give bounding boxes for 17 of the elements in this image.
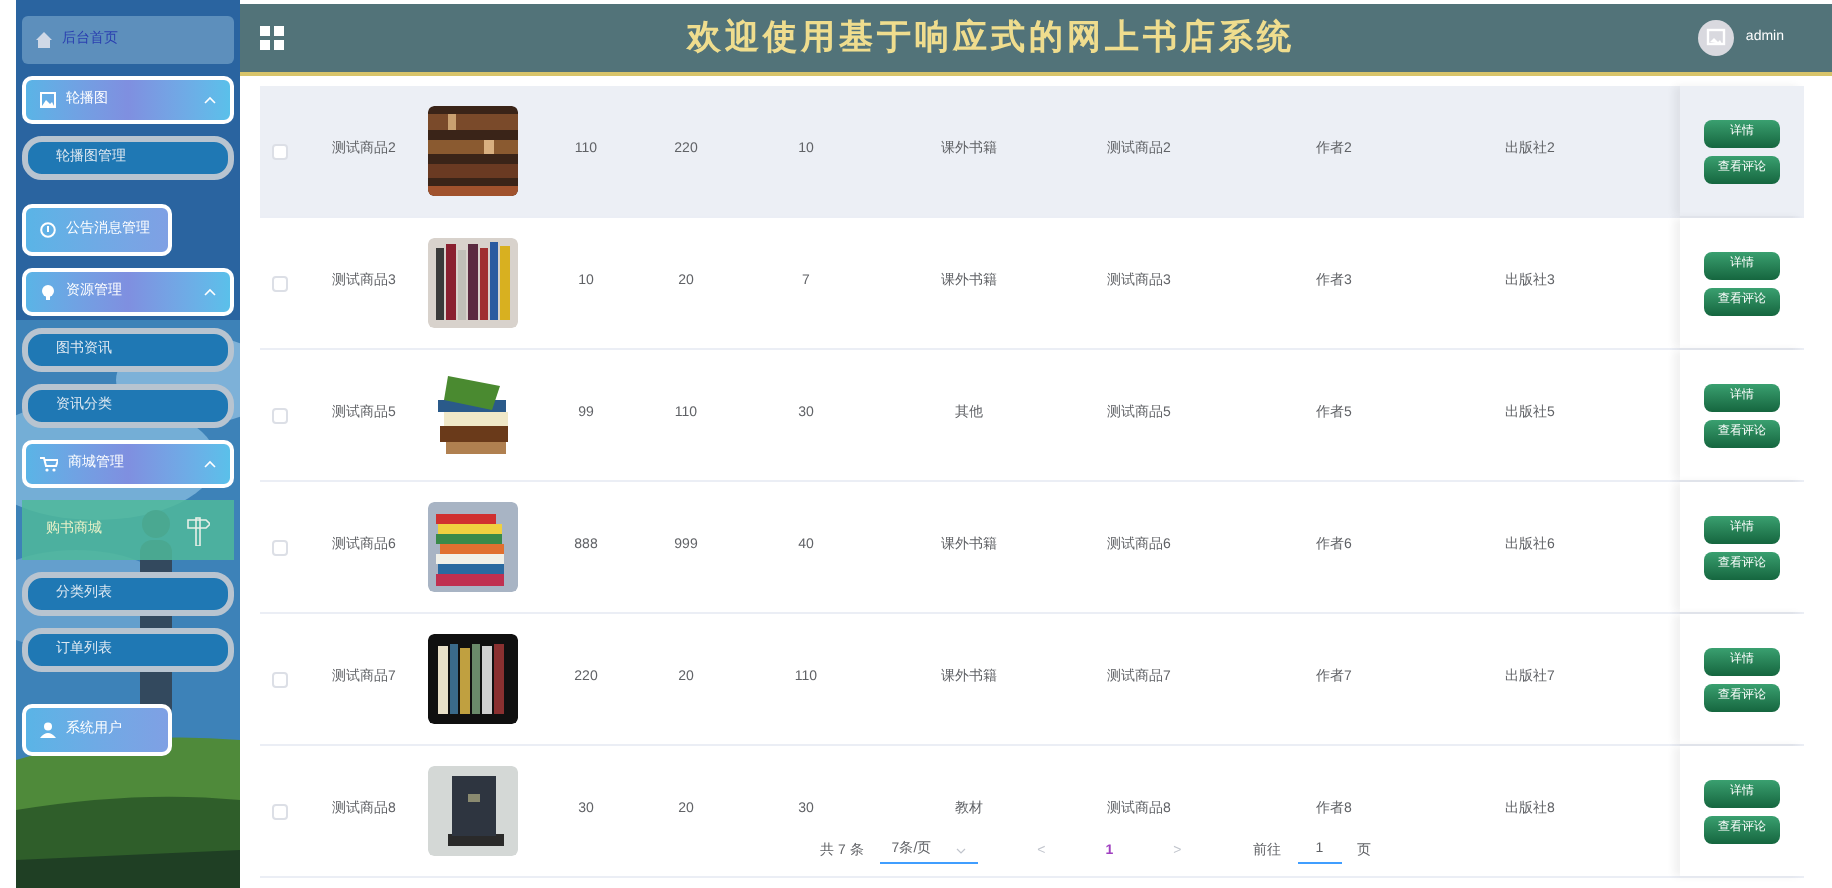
info-icon — [40, 222, 56, 238]
chevron-down-icon — [955, 848, 966, 854]
home-icon — [36, 32, 52, 48]
cart-icon — [40, 456, 58, 472]
row-checkbox[interactable] — [272, 539, 288, 555]
avatar-icon[interactable] — [1697, 20, 1734, 56]
user-icon — [40, 722, 56, 738]
row-checkbox[interactable] — [272, 275, 288, 291]
row-checkbox[interactable] — [272, 671, 288, 687]
row-checkbox[interactable] — [272, 143, 288, 159]
page-title: 欢迎使用基于响应式的网上书店系统 — [684, 16, 1297, 61]
row-checkbox[interactable] — [272, 407, 288, 423]
row-checkbox[interactable] — [272, 803, 288, 819]
grid-menu-icon[interactable] — [260, 26, 284, 50]
image-icon — [40, 92, 56, 108]
bulb-icon — [40, 284, 56, 300]
signpost-icon — [186, 514, 210, 546]
